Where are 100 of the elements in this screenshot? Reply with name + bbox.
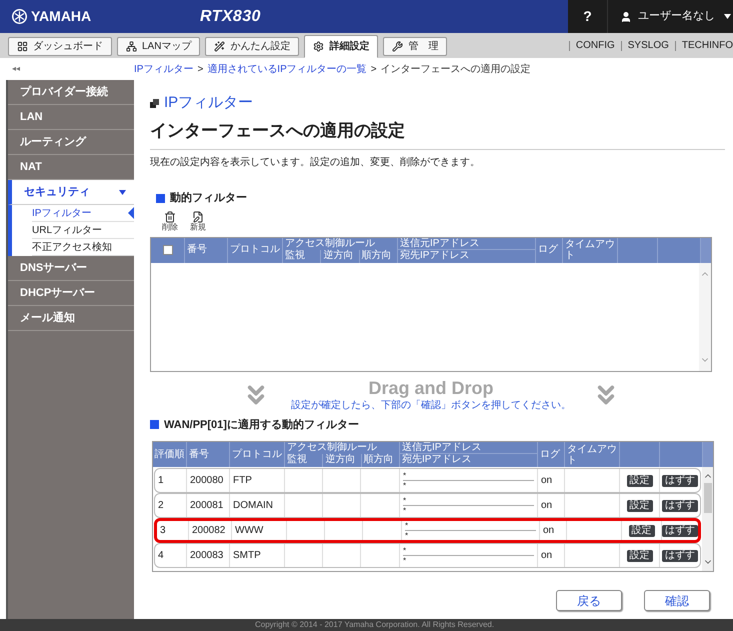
settings-button[interactable]: 設定 [626,550,652,562]
scrollbar-thumb[interactable] [704,483,712,513]
column-header: 宛先IPアドレス [401,454,472,467]
section-heading: 動的フィルター [170,191,247,206]
sidebar-item[interactable]: LAN [8,105,134,130]
sidebar-item[interactable]: DNSサーバー [8,256,134,281]
nav-tab[interactable]: 管 理 [383,37,448,56]
breadcrumb-separator: > [197,62,204,76]
nav-tab[interactable]: かんたん設定 [205,37,300,56]
table-cell-text: * [403,481,408,490]
tab-icon [17,41,28,52]
table-cell: on [540,521,567,540]
filter-row[interactable]: 4 200083 SMTP * * on 設定 はずす [154,543,701,568]
table-cell: 1 [155,469,187,492]
table-cell: FTP [230,469,285,492]
column-header: アクセス制御ルール [286,442,378,454]
column-header: 評価順 [154,448,184,460]
section-title: IPフィルター [164,93,254,113]
column-header: 送信元IPアドレス [398,238,535,250]
table-cell: 200080 [187,469,230,492]
table-cell: 200082 [189,521,232,540]
header-link[interactable]: TECHINFO [682,38,733,53]
scrollbar-header [703,442,713,467]
confirm-button[interactable]: 確認 [644,590,710,611]
tab-icon [126,41,137,52]
table-cell: on [538,544,565,567]
table-cell: 200081 [187,494,230,517]
sidebar-item[interactable]: ルーティング [8,130,134,155]
page-title: インターフェースへの適用の設定 [150,118,725,150]
table-cell-text: * [403,556,408,565]
breadcrumb-current: インターフェースへの適用の設定 [380,62,531,76]
table-cell: WWW [232,521,287,540]
column-header: プロトコル [230,442,285,467]
scrollbar[interactable] [702,467,713,571]
column-header: 逆方向 [323,454,362,467]
column-header: プロトコル [228,238,283,262]
copyright-text: Copyright © 2014 - 2017 Yamaha Corporation. All Rights Reserved. [255,619,494,631]
table-cell: * [403,546,534,556]
table-cell-text: * [405,531,410,540]
toolbar-button[interactable]: 新規 [188,210,208,232]
sidebar-subitem[interactable]: IPフィルター [32,205,134,222]
section-icon [150,98,159,108]
column-header: 送信元IPアドレス [400,442,537,454]
user-menu[interactable]: ユーザー名なし [608,0,733,33]
settings-button[interactable]: 設定 [626,500,652,512]
square-icon [150,420,159,430]
logo-emblem-icon [12,9,27,24]
breadcrumb-link[interactable]: 適用されているIPフィルターの一覧 [207,62,367,76]
sidebar-item[interactable]: プロバイダー接続 [8,80,134,105]
column-header: 番号 [185,238,228,262]
collapse-toggle[interactable]: ◂◂ [0,63,134,75]
caret-icon [724,14,731,19]
sidebar-item[interactable]: DHCPサーバー [8,281,134,306]
column-header: 宛先IPアドレス [399,250,470,262]
filter-row[interactable]: 2 200081 DOMAIN * * on 設定 はずす [154,493,701,518]
table-cell: on [538,494,565,517]
sidebar-subitem[interactable]: 不正アクセス検知 [32,239,134,256]
breadcrumb-link[interactable]: IPフィルター [134,62,194,76]
table-cell: 200083 [187,544,230,567]
table-cell: * [403,471,534,481]
filter-row[interactable]: 3 200082 WWW * * on 設定 はずす [154,518,701,543]
user-icon [620,10,632,22]
remove-button[interactable]: はずす [662,474,698,486]
toolbar-button[interactable]: 削除 [160,210,180,232]
nav-tab[interactable]: 詳細設定 [304,35,378,58]
brand-logo: YAMAHA [31,7,92,26]
sidebar-subitem[interactable]: URLフィルター [32,222,134,239]
column-header: 監視 [285,454,324,467]
breadcrumb-separator: > [370,62,377,76]
column-header: 順方向 [362,454,395,467]
filter-row[interactable]: 1 200080 FTP * * on 設定 はずす [154,468,701,493]
remove-button[interactable]: はずす [662,500,698,512]
remove-button[interactable]: はずす [662,524,698,536]
settings-button[interactable]: 設定 [628,524,654,536]
section-heading: WAN/PP[01]に適用する動的フィルター [164,418,359,432]
header-link[interactable]: CONFIG [576,38,615,53]
table-cell: 2 [155,494,187,517]
select-all-checkbox[interactable] [162,245,172,255]
column-header: 順方向 [360,250,393,262]
table-cell-text: * [403,506,408,515]
model-name: RTX830 [200,6,261,26]
tab-icon [392,41,404,52]
settings-button[interactable]: 設定 [626,474,652,486]
trash-icon [164,210,176,222]
remove-button[interactable]: はずす [662,550,698,562]
nav-tab[interactable]: ダッシュボード [8,37,112,56]
table-cell: on [538,469,565,492]
scrollbar[interactable] [699,262,711,370]
sidebar-item[interactable]: セキュリティ [8,180,134,205]
sidebar-item[interactable]: メール通知 [8,306,134,331]
column-header: 逆方向 [321,250,360,262]
back-button[interactable]: 戻る [556,590,622,611]
table-cell: 4 [155,544,187,567]
table-cell: * [403,496,534,506]
header-link[interactable]: SYSLOG [628,38,669,53]
table-cell: DOMAIN [230,494,285,517]
square-icon [156,194,165,203]
column-header: 監視 [283,250,322,262]
table-cell: 3 [157,521,189,540]
nav-tab[interactable]: LANマップ [117,37,200,56]
